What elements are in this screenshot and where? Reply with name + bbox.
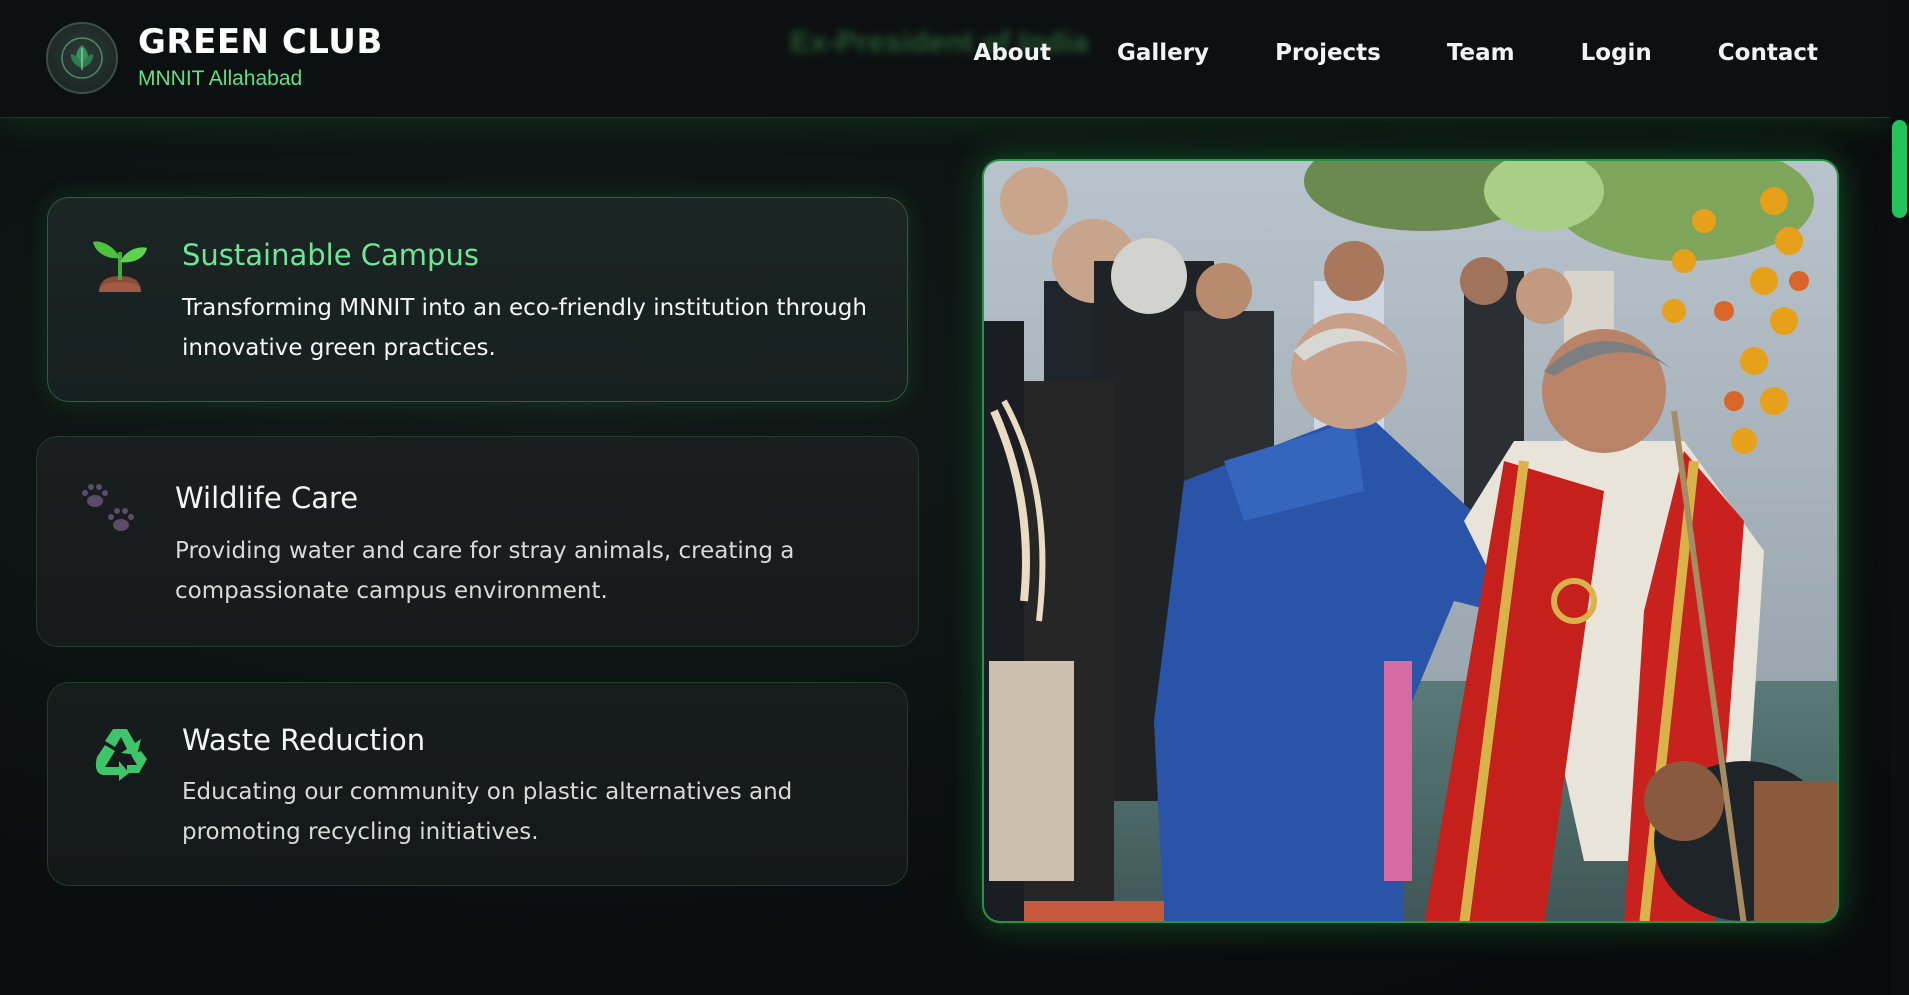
navbar: GREEN CLUB MNNIT Allahabad Ex-President … <box>0 0 1890 118</box>
brand[interactable]: GREEN CLUB MNNIT Allahabad <box>46 22 383 94</box>
card-title: Waste Reduction <box>182 723 426 757</box>
leaf-emblem-icon <box>61 37 103 79</box>
card-wildlife-care[interactable]: Wildlife Care Providing water and care f… <box>36 436 919 647</box>
club-logo <box>46 22 118 94</box>
brand-subtitle: MNNIT Allahabad <box>138 67 303 90</box>
nav-login[interactable]: Login <box>1581 40 1652 66</box>
nav-contact[interactable]: Contact <box>1718 40 1818 66</box>
page: GREEN CLUB MNNIT Allahabad Ex-President … <box>0 0 1909 995</box>
paw-prints-icon <box>77 477 141 541</box>
card-description: Educating our community on plastic alter… <box>182 779 793 845</box>
card-title: Sustainable Campus <box>182 238 479 272</box>
seedling-icon <box>88 234 152 298</box>
page-scrollbar[interactable] <box>1890 0 1909 995</box>
photo-illustration <box>984 161 1837 921</box>
recycle-icon <box>88 721 152 785</box>
card-title: Wildlife Care <box>175 481 359 515</box>
nav-team[interactable]: Team <box>1447 40 1515 66</box>
nav-about[interactable]: About <box>974 40 1051 66</box>
card-description: Transforming MNNIT into an eco-friendly … <box>182 295 867 361</box>
card-description: Providing water and care for stray anima… <box>175 538 795 604</box>
scrollbar-thumb[interactable] <box>1892 120 1907 218</box>
nav-projects[interactable]: Projects <box>1275 40 1381 66</box>
main-nav: About Gallery Projects Team Login Contac… <box>908 40 1818 66</box>
brand-title: GREEN CLUB <box>138 22 383 62</box>
card-sustainable-campus[interactable]: Sustainable Campus Transforming MNNIT in… <box>47 197 908 402</box>
tree-planting-photo <box>982 159 1839 923</box>
nav-gallery[interactable]: Gallery <box>1117 40 1209 66</box>
card-waste-reduction[interactable]: Waste Reduction Educating our community … <box>47 682 908 886</box>
